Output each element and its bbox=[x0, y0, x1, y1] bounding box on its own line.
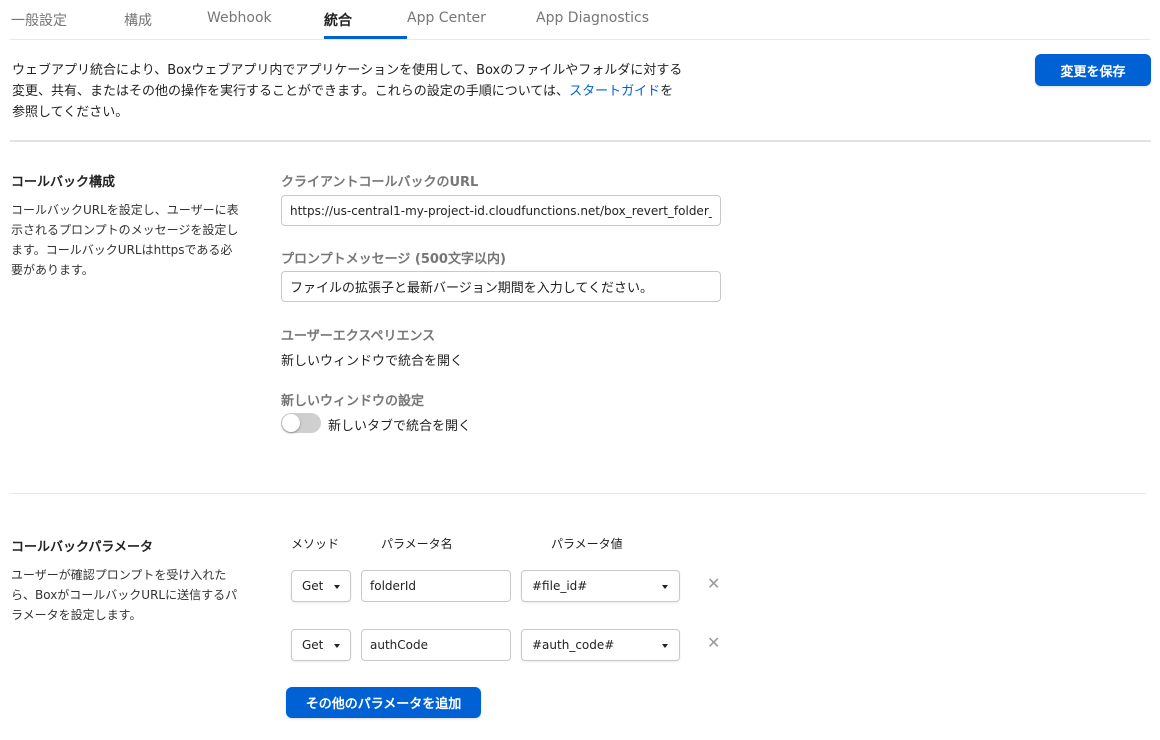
chevron-down-icon bbox=[662, 644, 668, 648]
intro-text: ウェブアプリ統合により、Boxウェブアプリ内でアプリケーションを使用して、Box… bbox=[12, 60, 684, 123]
tab-integrations[interactable]: 統合 bbox=[324, 10, 352, 30]
param-value-select[interactable]: #file_id# bbox=[521, 570, 680, 602]
method-select-value: Get bbox=[302, 579, 324, 593]
client-callback-url-label: クライアントコールバックのURL bbox=[281, 175, 479, 190]
tab-configuration[interactable]: 構成 bbox=[124, 10, 152, 30]
prompt-message-input[interactable] bbox=[281, 271, 721, 302]
add-parameter-button[interactable]: その他のパラメータを追加 bbox=[286, 687, 481, 718]
method-select[interactable]: Get bbox=[291, 570, 351, 602]
new-tab-toggle[interactable] bbox=[281, 413, 321, 433]
param-value-select-value: #file_id# bbox=[532, 579, 588, 593]
callback-config-description: コールバックURLを設定し、ユーザーに表示されるプロンプトのメッセージを設定しま… bbox=[11, 203, 239, 277]
tab-general-settings[interactable]: 一般設定 bbox=[11, 10, 67, 30]
param-name-input[interactable] bbox=[361, 570, 511, 602]
param-value-select[interactable]: #auth_code# bbox=[521, 629, 680, 661]
param-value-column-header: パラメータ値 bbox=[551, 537, 623, 551]
tab-bar-divider bbox=[10, 39, 1150, 40]
callback-params-description: ユーザーが確認プロンプトを受け入れたら、BoxがコールバックURLに送信するパラ… bbox=[11, 568, 238, 622]
client-callback-url-input[interactable] bbox=[281, 195, 721, 226]
tab-webhook[interactable]: Webhook bbox=[207, 10, 272, 26]
param-name-column-header: パラメータ名 bbox=[381, 537, 453, 551]
chevron-down-icon bbox=[334, 585, 340, 589]
new-tab-toggle-label: 新しいタブで統合を開く bbox=[328, 419, 472, 434]
tab-bar: 一般設定 構成 Webhook 統合 App Center App Diagno… bbox=[0, 0, 1160, 40]
method-select[interactable]: Get bbox=[291, 629, 351, 661]
getting-started-link[interactable]: スタートガイド bbox=[569, 84, 660, 99]
chevron-down-icon bbox=[662, 585, 668, 589]
close-icon[interactable]: ✕ bbox=[707, 576, 720, 592]
callback-params-title: コールバックパラメータ bbox=[11, 540, 153, 555]
method-column-header: メソッド bbox=[291, 537, 340, 551]
section-divider-2 bbox=[10, 493, 1146, 494]
section-divider bbox=[10, 140, 1151, 142]
toggle-knob bbox=[282, 414, 300, 432]
method-select-value: Get bbox=[302, 638, 324, 652]
tab-app-center[interactable]: App Center bbox=[407, 10, 486, 26]
tab-app-diagnostics[interactable]: App Diagnostics bbox=[536, 10, 649, 26]
param-name-input[interactable] bbox=[361, 629, 511, 661]
save-changes-button[interactable]: 変更を保存 bbox=[1035, 54, 1151, 86]
prompt-message-label: プロンプトメッセージ (500文字以内) bbox=[281, 252, 506, 267]
user-experience-label: ユーザーエクスペリエンス bbox=[281, 329, 436, 344]
chevron-down-icon bbox=[334, 644, 340, 648]
user-experience-value: 新しいウィンドウで統合を開く bbox=[281, 354, 464, 369]
callback-config-title: コールバック構成 bbox=[11, 175, 116, 190]
param-value-select-value: #auth_code# bbox=[532, 638, 615, 652]
close-icon[interactable]: ✕ bbox=[707, 635, 720, 651]
new-window-settings-label: 新しいウィンドウの設定 bbox=[281, 394, 425, 409]
